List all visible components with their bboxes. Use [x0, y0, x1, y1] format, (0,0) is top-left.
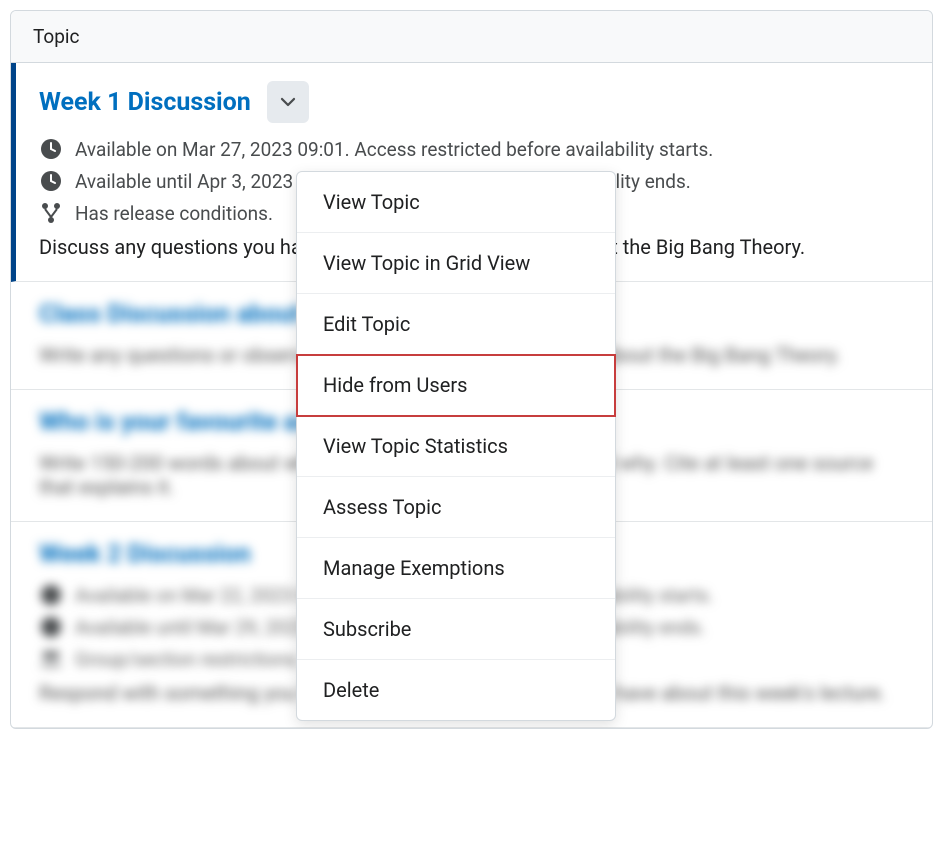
group-restrictions-text: Group/section restrictions. [75, 648, 301, 671]
clock-icon [39, 583, 63, 607]
menu-hide-from-users[interactable]: Hide from Users [297, 355, 615, 416]
menu-manage-exemptions[interactable]: Manage Exemptions [297, 538, 615, 599]
menu-assess-topic[interactable]: Assess Topic [297, 477, 615, 538]
topics-panel: Topic Week 1 Discussion Available on Mar… [10, 10, 933, 729]
release-conditions-text: Has release conditions. [75, 202, 273, 225]
menu-view-topic[interactable]: View Topic [297, 172, 615, 233]
topic-actions-button[interactable] [267, 81, 309, 123]
menu-view-statistics[interactable]: View Topic Statistics [297, 416, 615, 477]
topic-title-link[interactable]: Week 1 Discussion [39, 88, 251, 117]
release-conditions-icon [39, 201, 63, 225]
availability-start: Available on Mar 27, 2023 09:01. Access … [39, 137, 904, 161]
menu-view-grid[interactable]: View Topic in Grid View [297, 233, 615, 294]
topic-actions-menu: View Topic View Topic in Grid View Edit … [296, 171, 616, 721]
chevron-down-icon [279, 93, 297, 111]
availability-start-text: Available on Mar 27, 2023 09:01. Access … [75, 138, 713, 161]
group-icon [39, 647, 63, 671]
topic-title-link[interactable]: Week 2 Discussion [39, 540, 251, 569]
clock-icon [39, 169, 63, 193]
menu-edit-topic[interactable]: Edit Topic [297, 294, 615, 355]
menu-delete[interactable]: Delete [297, 660, 615, 720]
clock-icon [39, 137, 63, 161]
clock-icon [39, 615, 63, 639]
panel-header: Topic [11, 11, 932, 63]
header-label: Topic [33, 25, 80, 48]
menu-subscribe[interactable]: Subscribe [297, 599, 615, 660]
topic-title-wrap: Week 1 Discussion [39, 81, 904, 123]
